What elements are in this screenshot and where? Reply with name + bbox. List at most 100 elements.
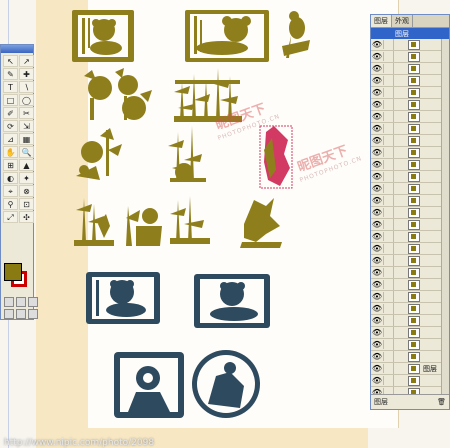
tool-button[interactable]: ⊿	[3, 133, 18, 145]
visibility-eye-icon[interactable]: 👁	[371, 244, 384, 253]
tool-button[interactable]: ⊞	[3, 159, 18, 171]
layer-row[interactable]: 👁	[371, 111, 449, 123]
art-bird-on-branch[interactable]	[282, 11, 310, 58]
lock-toggle[interactable]	[384, 267, 394, 278]
screen-mode-full[interactable]	[28, 309, 38, 319]
lock-toggle[interactable]	[384, 255, 394, 266]
visibility-eye-icon[interactable]: 👁	[371, 136, 384, 145]
lock-toggle[interactable]	[384, 303, 394, 314]
lock-toggle[interactable]	[384, 243, 394, 254]
visibility-eye-icon[interactable]: 👁	[371, 304, 384, 313]
tool-button[interactable]: ⊡	[19, 198, 34, 210]
tool-button[interactable]: ▦	[19, 133, 34, 145]
lock-toggle[interactable]	[384, 183, 394, 194]
tab-appearance[interactable]: 外观	[392, 15, 413, 27]
lock-toggle[interactable]	[384, 339, 394, 350]
visibility-eye-icon[interactable]: 👁	[371, 112, 384, 121]
layer-row[interactable]: 👁	[371, 279, 449, 291]
tool-button[interactable]: ✦	[19, 172, 34, 184]
visibility-eye-icon[interactable]: 👁	[371, 148, 384, 157]
layer-row[interactable]: 👁	[371, 51, 449, 63]
tool-button[interactable]: T	[3, 81, 18, 93]
art-bamboo-grove-3[interactable]	[170, 196, 210, 244]
art-portrait-round-navy[interactable]	[192, 350, 260, 418]
tool-button[interactable]: ◯	[19, 94, 34, 106]
art-panda-bamboo-small[interactable]	[76, 128, 122, 180]
layer-row[interactable]: 👁	[371, 303, 449, 315]
visibility-eye-icon[interactable]: 👁	[371, 340, 384, 349]
lock-toggle[interactable]	[384, 207, 394, 218]
layer-row[interactable]: 👁	[371, 195, 449, 207]
lock-toggle[interactable]	[384, 87, 394, 98]
layer-row[interactable]: 👁	[371, 315, 449, 327]
art-panda-panel-navy-1[interactable]	[86, 272, 160, 324]
tool-button[interactable]: ⊗	[19, 185, 34, 197]
visibility-eye-icon[interactable]: 👁	[371, 328, 384, 337]
visibility-eye-icon[interactable]: 👁	[371, 220, 384, 229]
layer-row[interactable]: 👁	[371, 75, 449, 87]
none-mode-button[interactable]	[28, 297, 38, 307]
visibility-eye-icon[interactable]: 👁	[371, 256, 384, 265]
visibility-eye-icon[interactable]: 👁	[371, 352, 384, 361]
tool-button[interactable]: ↗	[19, 55, 34, 67]
layer-row[interactable]: 👁	[371, 219, 449, 231]
lock-toggle[interactable]	[384, 171, 394, 182]
tool-button[interactable]: ✂	[19, 107, 34, 119]
art-flower-panel[interactable]	[126, 206, 162, 246]
trash-icon[interactable]: 🗑	[437, 395, 446, 409]
layer-row[interactable]: 👁	[371, 339, 449, 351]
art-bamboo-grove-2[interactable]	[168, 126, 206, 182]
layer-row[interactable]: 👁	[371, 351, 449, 363]
lock-toggle[interactable]	[384, 123, 394, 134]
layer-row[interactable]: 👁	[371, 255, 449, 267]
visibility-eye-icon[interactable]: 👁	[371, 52, 384, 61]
tool-button[interactable]: ↖	[3, 55, 18, 67]
tool-button[interactable]: ◐	[3, 172, 18, 184]
art-selected-pink-figure[interactable]	[259, 125, 293, 189]
visibility-eye-icon[interactable]: 👁	[371, 292, 384, 301]
tool-button[interactable]: ⇲	[19, 120, 34, 132]
layer-row[interactable]: 👁	[371, 231, 449, 243]
lock-toggle[interactable]	[384, 39, 394, 50]
lock-toggle[interactable]	[384, 147, 394, 158]
lock-toggle[interactable]	[384, 231, 394, 242]
lock-toggle[interactable]	[384, 135, 394, 146]
tool-button[interactable]: 🔍	[19, 146, 34, 158]
layer-row[interactable]: 👁	[371, 207, 449, 219]
layer-row[interactable]: 👁	[371, 267, 449, 279]
layer-row[interactable]: 👁	[371, 147, 449, 159]
visibility-eye-icon[interactable]: 👁	[371, 316, 384, 325]
art-dragon-figure[interactable]	[240, 198, 282, 248]
gradient-mode-button[interactable]	[16, 297, 26, 307]
lock-toggle[interactable]	[384, 63, 394, 74]
art-crane-bamboo[interactable]	[74, 198, 114, 246]
visibility-eye-icon[interactable]: 👁	[371, 124, 384, 133]
lock-toggle[interactable]	[384, 315, 394, 326]
visibility-eye-icon[interactable]: 👁	[371, 88, 384, 97]
layer-row[interactable]: 👁	[371, 99, 449, 111]
tab-layers[interactable]: 图层	[371, 15, 392, 27]
visibility-eye-icon[interactable]: 👁	[371, 280, 384, 289]
tool-button[interactable]: ⟳	[3, 120, 18, 132]
tool-button[interactable]: □	[3, 94, 18, 106]
lock-toggle[interactable]	[384, 219, 394, 230]
lock-toggle[interactable]	[384, 375, 394, 386]
visibility-eye-icon[interactable]: 👁	[371, 64, 384, 73]
tool-palette[interactable]: ↖ ↗ ✎ ✚ T ∖ □ ◯ ✐ ✂ ⟳ ⇲ ⊿ ▦ ✋ 🔍 ⊞ ▲ ◐ ✦ ⌖ ⊗ ⚲ ⊡ ⤢ ✣	[0, 44, 38, 320]
artwork-canvas[interactable]	[70, 10, 370, 430]
tool-button[interactable]: ⌖	[3, 185, 18, 197]
art-panda-panel-navy-2[interactable]	[194, 274, 270, 328]
tool-button[interactable]: ✋	[3, 146, 18, 158]
visibility-eye-icon[interactable]: 👁	[371, 208, 384, 217]
layer-row[interactable]: 👁	[371, 135, 449, 147]
visibility-eye-icon[interactable]: 👁	[371, 76, 384, 85]
lock-toggle[interactable]	[384, 75, 394, 86]
visibility-eye-icon[interactable]: 👁	[371, 100, 384, 109]
visibility-eye-icon[interactable]: 👁	[371, 40, 384, 49]
layers-scrollbar[interactable]	[441, 39, 449, 395]
visibility-eye-icon[interactable]: 👁	[371, 376, 384, 385]
lock-toggle[interactable]	[384, 363, 394, 374]
tool-button[interactable]: ✐	[3, 107, 18, 119]
lock-toggle[interactable]	[384, 327, 394, 338]
layer-row[interactable]: 👁	[371, 375, 449, 387]
